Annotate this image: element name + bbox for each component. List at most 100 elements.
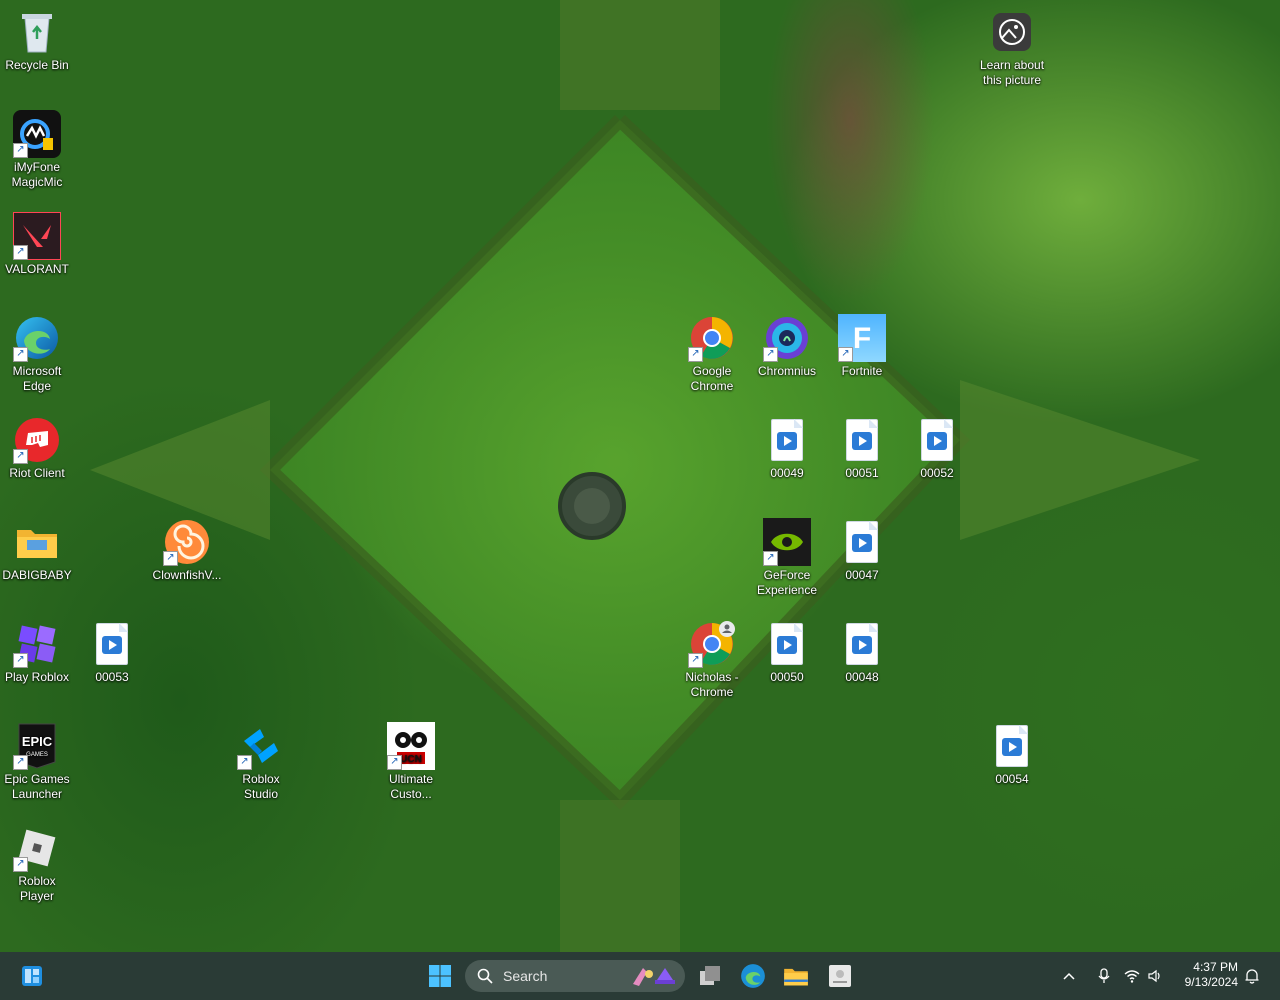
desktop-icon-video-00049[interactable]: 00049 xyxy=(750,416,824,481)
riot-client-icon: ↗ xyxy=(13,416,61,464)
file-explorer-icon xyxy=(784,968,808,986)
desktop-icon-video-00052[interactable]: 00052 xyxy=(900,416,974,481)
desktop-icon-folder-dabigbaby[interactable]: DABIGBABY xyxy=(0,518,74,583)
desktop-icon-video-00054[interactable]: 00054 xyxy=(975,722,1049,787)
shortcut-arrow-icon: ↗ xyxy=(387,755,402,770)
taskbar-app-button[interactable] xyxy=(824,960,856,992)
taskbar-search[interactable]: Search xyxy=(465,960,685,992)
desktop-icon-label: Roblox Player xyxy=(18,874,56,903)
desktop-icon-riot-client[interactable]: ↗ Riot Client xyxy=(0,416,74,481)
desktop-icon-label: 00053 xyxy=(95,670,129,684)
task-view-icon xyxy=(700,966,720,985)
shortcut-arrow-icon: ↗ xyxy=(13,449,28,464)
notifications-button[interactable] xyxy=(1240,960,1264,992)
desktop-icon-clownfish[interactable]: ↗ ClownfishV... xyxy=(150,518,224,583)
shortcut-arrow-icon: ↗ xyxy=(763,347,778,362)
desktop-icon-chromnius[interactable]: ↗ Chromnius xyxy=(750,314,824,379)
shortcut-arrow-icon: ↗ xyxy=(13,755,28,770)
desktop-icon-video-00051[interactable]: 00051 xyxy=(825,416,899,481)
wifi-icon xyxy=(1124,969,1140,983)
shortcut-arrow-icon: ↗ xyxy=(763,551,778,566)
desktop-icon-label: Ultimate Custo... xyxy=(388,772,433,801)
desktop-icon-video-00050[interactable]: 00050 xyxy=(750,620,824,685)
desktop-icon-label: Recycle Bin xyxy=(5,58,69,72)
desktop-icon-roblox-player[interactable]: ↗ Roblox Player xyxy=(0,824,74,904)
desktop-icon-recycle-bin[interactable]: Recycle Bin xyxy=(0,8,74,73)
desktop-icon-label: Roblox Studio xyxy=(242,772,280,801)
desktop-icon-learn-about-picture[interactable]: Learn about this picture xyxy=(975,8,1049,88)
taskbar-clock[interactable]: 4:37 PM 9/13/2024 xyxy=(1185,960,1238,990)
app-icon xyxy=(829,965,851,987)
video-file-icon xyxy=(988,722,1036,770)
desktop-icon-valorant[interactable]: ↗ VALORANT xyxy=(0,212,74,277)
desktop-icon-epic-games-launcher[interactable]: EPIC GAMES ↗ Epic Games Launcher xyxy=(0,722,74,802)
volume-button[interactable] xyxy=(1144,969,1166,983)
desktop-icon-label: 00054 xyxy=(995,772,1029,786)
desktop-icon-roblox-studio[interactable]: ↗ Roblox Studio xyxy=(224,722,298,802)
shortcut-arrow-icon: ↗ xyxy=(13,245,28,260)
network-button[interactable] xyxy=(1120,969,1144,983)
desktop-icon-geforce-experience[interactable]: ↗ GeForce Experience xyxy=(750,518,824,598)
edge-icon: ↗ xyxy=(13,314,61,362)
shortcut-arrow-icon: ↗ xyxy=(13,857,28,872)
edge-icon xyxy=(741,964,765,988)
desktop-icon-fortnite[interactable]: F ↗ Fortnite xyxy=(825,314,899,379)
taskbar-file-explorer-button[interactable] xyxy=(780,960,812,992)
shortcut-arrow-icon: ↗ xyxy=(13,143,28,158)
desktop-icon-video-00048[interactable]: 00048 xyxy=(825,620,899,685)
clownfish-icon: ↗ xyxy=(163,518,211,566)
windows-logo-icon xyxy=(429,965,451,987)
shortcut-arrow-icon: ↗ xyxy=(688,347,703,362)
desktop-wallpaper xyxy=(90,0,1200,952)
bell-icon xyxy=(1245,969,1259,984)
desktop-icon-imyfone-magicmic[interactable]: ↗ iMyFone MagicMic xyxy=(0,110,74,190)
desktop-icon-play-roblox[interactable]: ↗ Play Roblox xyxy=(0,620,74,685)
microphone-icon xyxy=(1098,968,1110,983)
widgets-icon xyxy=(22,966,42,986)
desktop-icon-label: Google Chrome xyxy=(690,364,734,393)
speaker-icon xyxy=(1148,969,1160,983)
fortnite-icon: F ↗ xyxy=(838,314,886,362)
desktop-icon-label: ClownfishV... xyxy=(152,568,222,582)
desktop-icon-video-00053[interactable]: 00053 xyxy=(75,620,149,685)
desktop-icon-nicholas-chrome[interactable]: ↗ Nicholas - Chrome xyxy=(675,620,749,700)
desktop-icon-label: 00048 xyxy=(845,670,879,684)
ultimate-custom-icon: UCN ↗ xyxy=(387,722,435,770)
shortcut-arrow-icon: ↗ xyxy=(13,653,28,668)
video-file-icon xyxy=(838,416,886,464)
clock-time: 4:37 PM xyxy=(1193,960,1238,974)
valorant-icon: ↗ xyxy=(13,212,61,260)
desktop-icon-label: Learn about this picture xyxy=(979,58,1045,87)
svg-text:EPIC: EPIC xyxy=(22,734,53,749)
imyfone-magicmic-icon: ↗ xyxy=(13,110,61,158)
show-hidden-icons-button[interactable] xyxy=(1056,972,1082,980)
task-view-button[interactable] xyxy=(694,960,726,992)
roblox-studio-icon: ↗ xyxy=(237,722,285,770)
widgets-button[interactable] xyxy=(16,960,48,992)
svg-text:GAMES: GAMES xyxy=(26,752,48,758)
video-file-icon xyxy=(763,416,811,464)
desktop-icon-label: 00051 xyxy=(845,466,879,480)
shortcut-arrow-icon: ↗ xyxy=(237,755,252,770)
desktop-icon-label: Play Roblox xyxy=(4,670,70,684)
start-button[interactable] xyxy=(424,960,456,992)
desktop-icon-ultimate-custom[interactable]: UCN ↗ Ultimate Custo... xyxy=(374,722,448,802)
shortcut-arrow-icon: ↗ xyxy=(838,347,853,362)
taskbar-edge-button[interactable] xyxy=(737,960,769,992)
learn-picture-icon xyxy=(988,8,1036,56)
desktop-icon-video-00047[interactable]: 00047 xyxy=(825,518,899,583)
chrome-profile-icon: ↗ xyxy=(688,620,736,668)
shortcut-arrow-icon: ↗ xyxy=(13,347,28,362)
roblox-player-icon: ↗ xyxy=(13,824,61,872)
clock-date: 9/13/2024 xyxy=(1184,975,1238,989)
video-file-icon xyxy=(763,620,811,668)
microphone-button[interactable] xyxy=(1088,968,1120,984)
desktop-icon-label: GeForce Experience xyxy=(756,568,818,597)
desktop-icon-google-chrome[interactable]: ↗ Google Chrome xyxy=(675,314,749,394)
desktop-icon-label: DABIGBABY xyxy=(2,568,72,582)
shortcut-arrow-icon: ↗ xyxy=(688,653,703,668)
chevron-up-icon xyxy=(1063,972,1075,980)
desktop-icon-microsoft-edge[interactable]: ↗ Microsoft Edge xyxy=(0,314,74,394)
video-file-icon xyxy=(838,620,886,668)
desktop-icon-label: 00052 xyxy=(920,466,954,480)
